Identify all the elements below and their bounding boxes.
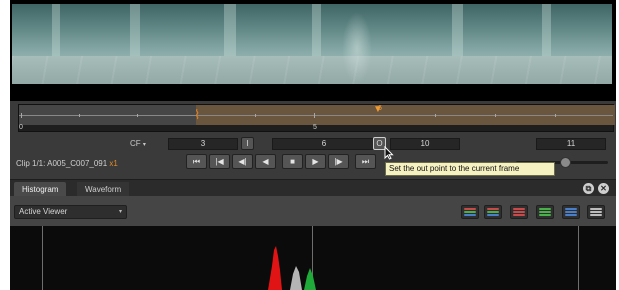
rgb-parade-mode-button[interactable] — [484, 205, 502, 219]
histogram-gray-peak — [290, 266, 302, 290]
current-frame-field[interactable]: 6 — [272, 138, 376, 150]
timeline-tick — [21, 113, 22, 118]
in-point-marker[interactable]: ⌇ — [194, 107, 200, 123]
tab-waveform[interactable]: Waveform — [77, 182, 130, 197]
tab-histogram[interactable]: Histogram — [14, 182, 67, 197]
timeline-mid-label: 5 — [313, 124, 317, 131]
histogram-graph — [268, 246, 316, 290]
luma-mode-button[interactable] — [587, 205, 605, 219]
histogram-display — [10, 226, 616, 290]
play-forward-button[interactable]: ▶ — [305, 154, 326, 169]
stop-button[interactable]: ■ — [282, 154, 303, 169]
timeline-tick — [314, 113, 315, 118]
play-backward-button[interactable]: ◀ — [255, 154, 276, 169]
timeline-tick — [79, 114, 80, 117]
first-frame-button[interactable]: ⏮ — [186, 154, 207, 169]
timeline-tick — [137, 114, 138, 117]
playback-speed: x1 — [109, 159, 118, 168]
timeline-tick — [435, 114, 436, 117]
chevron-down-icon: ▾ — [118, 209, 122, 215]
timeline-track — [19, 115, 613, 116]
in-frame-field[interactable]: 3 — [168, 138, 238, 150]
step-back-button[interactable]: ◀| — [232, 154, 253, 169]
set-in-point-button[interactable]: I — [241, 137, 254, 150]
volume-slider-handle[interactable] — [560, 157, 571, 168]
tooltip: Set the out point to the current frame — [385, 162, 555, 176]
green-mode-button[interactable] — [536, 205, 554, 219]
player-window: ⌇ ▼ 6 0 5 CF ▾ 3 I 6 O 10 11 Clip 1/1: A… — [10, 0, 616, 290]
playhead-frame-label: 6 — [378, 105, 382, 112]
histogram-toolbar: Active Viewer ▾ — [10, 196, 616, 226]
video-frame — [12, 4, 612, 84]
timeline-tick — [555, 114, 556, 117]
last-frame-field[interactable]: 11 — [536, 138, 606, 150]
blue-mode-button[interactable] — [562, 205, 580, 219]
timeline[interactable]: ⌇ ▼ 6 0 5 — [18, 104, 615, 132]
viewer[interactable] — [10, 0, 616, 101]
rgb-mode-button[interactable] — [461, 205, 479, 219]
timeline-tick — [495, 114, 496, 117]
out-frame-field[interactable]: 10 — [390, 138, 460, 150]
step-forward-button[interactable]: |▶ — [328, 154, 349, 169]
mouse-cursor-icon — [384, 146, 394, 160]
timeline-start-label: 0 — [19, 124, 23, 131]
viewer-select-dropdown[interactable]: Active Viewer ▾ — [14, 205, 127, 219]
timeline-tick — [255, 114, 256, 117]
red-mode-button[interactable] — [510, 205, 528, 219]
histogram-green-peak — [304, 268, 316, 290]
panel-tab-bar: Histogram Waveform — [10, 179, 616, 197]
previous-keyframe-button[interactable]: |◀ — [209, 154, 230, 169]
last-frame-button[interactable]: ⏭ — [355, 154, 376, 169]
clip-info: Clip 1/1: A005_C007_091 x1 — [16, 159, 118, 168]
histogram-red-peak — [268, 246, 282, 290]
cf-dropdown[interactable]: CF ▾ — [130, 139, 146, 148]
float-panel-icon[interactable]: ⧉ — [583, 183, 594, 194]
close-panel-icon[interactable]: ✕ — [598, 183, 609, 194]
